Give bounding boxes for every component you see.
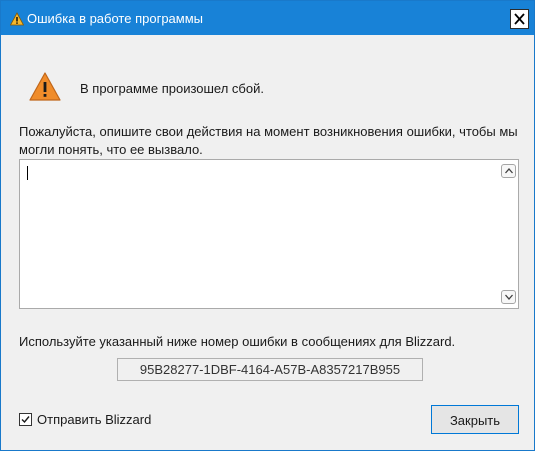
- scroll-down-button[interactable]: [501, 290, 516, 304]
- window-close-button[interactable]: [510, 9, 529, 29]
- close-button[interactable]: Закрыть: [431, 405, 519, 434]
- checkmark-icon: [21, 416, 30, 424]
- chevron-down-icon: [505, 294, 513, 300]
- error-dialog-window: Ошибка в работе программы В программе пр…: [0, 0, 535, 451]
- send-to-blizzard-checkbox[interactable]: [19, 413, 32, 426]
- chevron-up-icon: [505, 168, 513, 174]
- scroll-up-button[interactable]: [501, 164, 516, 178]
- send-to-blizzard-label[interactable]: Отправить Blizzard: [37, 412, 151, 427]
- title-bar[interactable]: Ошибка в работе программы: [1, 1, 534, 35]
- description-textarea[interactable]: [19, 159, 519, 309]
- warning-icon: [9, 12, 25, 26]
- close-icon: [514, 13, 525, 25]
- error-warning-icon: [29, 71, 61, 103]
- error-code-field[interactable]: 95B28277-1DBF-4164-A57B-A8357217B955: [117, 358, 423, 381]
- textarea-scrollbar[interactable]: [500, 161, 517, 307]
- error-code-note: Используйте указанный ниже номер ошибки …: [19, 334, 456, 349]
- window-title: Ошибка в работе программы: [27, 11, 204, 26]
- description-prompt: Пожалуйста, опишите свои действия на мом…: [19, 124, 518, 157]
- text-caret: [27, 166, 28, 180]
- error-message: В программе произошел сбой.: [80, 81, 264, 96]
